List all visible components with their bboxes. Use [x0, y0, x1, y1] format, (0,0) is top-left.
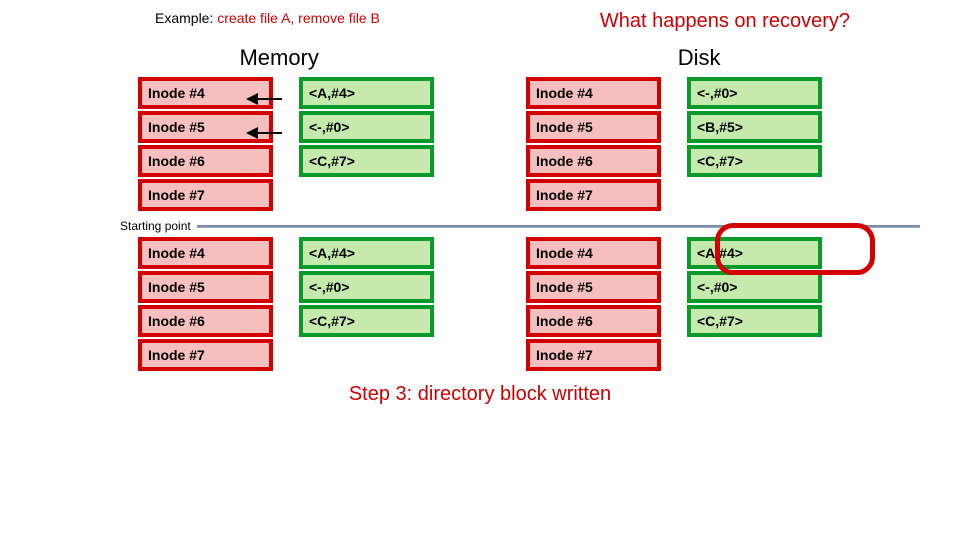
inode-cell: Inode #7 — [138, 339, 273, 371]
dir-cell: <A,#4> — [299, 77, 434, 109]
header-row: Example: create file A, remove file B Wh… — [0, 0, 960, 33]
dir-cell: <-,#0> — [687, 77, 822, 109]
dir-cell: <B,#5> — [687, 111, 822, 143]
dir-cell: <A,#4> — [687, 237, 822, 269]
step-caption: Step 3: directory block written — [0, 383, 960, 406]
inode-cell: Inode #6 — [138, 305, 273, 337]
memory-dir-stack: <A,#4> <-,#0> <C,#7> — [299, 77, 434, 211]
example-action: create file A, remove file B — [217, 10, 380, 26]
disk-inode-stack: Inode #4 Inode #5 Inode #6 Inode #7 — [526, 77, 661, 211]
starting-point-divider: Starting point — [120, 219, 920, 233]
inode-cell: Inode #5 — [526, 271, 661, 303]
dir-cell: <A,#4> — [299, 237, 434, 269]
inode-cell: Inode #5 — [138, 111, 273, 143]
inode-cell: Inode #5 — [138, 271, 273, 303]
disk-dir-stack: <-,#0> <B,#5> <C,#7> — [687, 77, 822, 211]
inode-cell: Inode #7 — [526, 179, 661, 211]
after-section: Inode #4 Inode #5 Inode #6 Inode #7 <A,#… — [0, 237, 960, 371]
starting-point-label: Starting point — [120, 219, 191, 233]
inode-cell: Inode #4 — [526, 77, 661, 109]
inode-cell: Inode #5 — [526, 111, 661, 143]
dir-cell: <-,#0> — [299, 271, 434, 303]
memory-inode-stack: Inode #4 Inode #5 Inode #6 Inode #7 — [138, 77, 273, 211]
inode-cell: Inode #7 — [526, 339, 661, 371]
memory-inode-stack: Inode #4 Inode #5 Inode #6 Inode #7 — [138, 237, 273, 371]
before-section: Inode #4 Inode #5 Inode #6 Inode #7 <A,#… — [0, 77, 960, 211]
inode-cell: Inode #6 — [526, 305, 661, 337]
inode-cell: Inode #6 — [138, 145, 273, 177]
inode-cell: Inode #4 — [138, 237, 273, 269]
disk-dir-stack: <A,#4> <-,#0> <C,#7> — [687, 237, 822, 371]
dir-cell: <C,#7> — [299, 305, 434, 337]
example-text: Example: create file A, remove file B — [155, 10, 380, 33]
dir-cell: <C,#7> — [687, 145, 822, 177]
dir-cell: <C,#7> — [687, 305, 822, 337]
dir-cell: <-,#0> — [299, 111, 434, 143]
disk-inode-stack: Inode #4 Inode #5 Inode #6 Inode #7 — [526, 237, 661, 371]
dir-cell: <-,#0> — [687, 271, 822, 303]
memory-dir-stack: <A,#4> <-,#0> <C,#7> — [299, 237, 434, 371]
column-headers: Memory Disk — [60, 45, 900, 71]
recovery-question: What happens on recovery? — [600, 10, 850, 33]
inode-cell: Inode #4 — [526, 237, 661, 269]
divider-bar — [197, 225, 920, 228]
example-label: Example: — [155, 10, 217, 26]
dir-cell: <C,#7> — [299, 145, 434, 177]
disk-header: Disk — [678, 45, 721, 71]
inode-cell: Inode #7 — [138, 179, 273, 211]
inode-cell: Inode #4 — [138, 77, 273, 109]
memory-header: Memory — [239, 45, 318, 71]
inode-cell: Inode #6 — [526, 145, 661, 177]
